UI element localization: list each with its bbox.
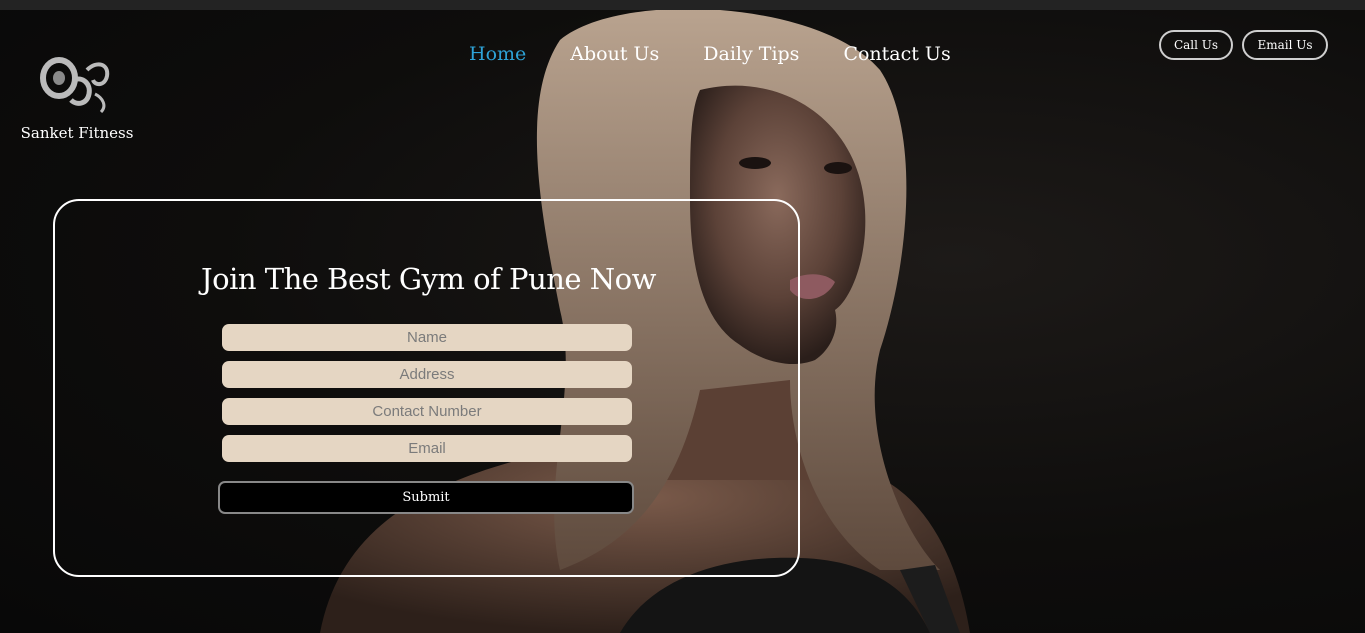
main-navigation: Home About Us Daily Tips Contact Us <box>469 43 995 65</box>
email-us-button[interactable]: Email Us <box>1242 30 1328 60</box>
dumbbell-bird-logo-icon <box>40 57 110 114</box>
form-title: Join The Best Gym of Pune Now <box>201 262 656 296</box>
name-field[interactable] <box>222 324 632 351</box>
nav-about-us[interactable]: About Us <box>570 43 659 65</box>
join-form-card <box>53 199 800 577</box>
contact-number-field[interactable] <box>222 398 632 425</box>
site-logo[interactable]: Sanket Fitness <box>18 50 136 142</box>
submit-button[interactable]: Submit <box>218 481 634 514</box>
call-us-button[interactable]: Call Us <box>1159 30 1233 60</box>
email-field[interactable] <box>222 435 632 462</box>
brand-name: Sanket Fitness <box>20 124 134 142</box>
nav-daily-tips[interactable]: Daily Tips <box>703 43 799 65</box>
nav-contact-us[interactable]: Contact Us <box>843 43 950 65</box>
browser-top-strip <box>0 0 1365 10</box>
address-field[interactable] <box>222 361 632 388</box>
nav-home[interactable]: Home <box>469 43 526 65</box>
